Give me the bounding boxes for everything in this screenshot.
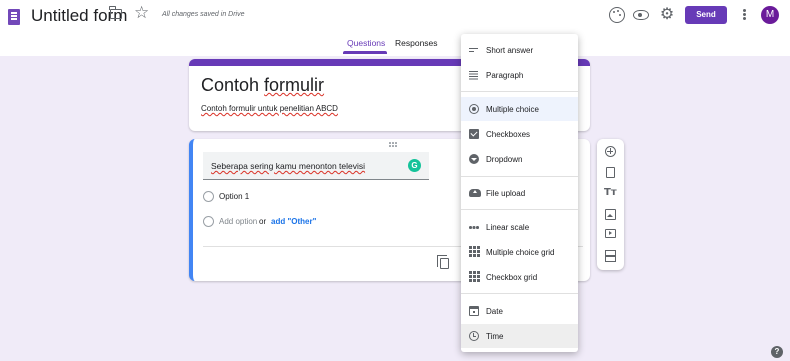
drag-dot bbox=[392, 145, 394, 147]
save-status: All changes saved in Drive bbox=[162, 11, 245, 18]
drag-dot bbox=[389, 142, 391, 144]
avatar[interactable]: M bbox=[761, 6, 779, 24]
help-icon[interactable]: ? bbox=[771, 346, 783, 358]
add-other-link[interactable]: add "Other" bbox=[271, 217, 316, 226]
settings-gear-icon[interactable]: ⚙ bbox=[659, 7, 675, 23]
menu-item-dropdown[interactable]: Dropdown bbox=[461, 147, 578, 171]
form-description[interactable]: Contoh formulir untuk penelitian ABCD bbox=[201, 104, 338, 113]
menu-item-label: Multiple choice bbox=[486, 105, 539, 114]
menu-item-label: Multiple choice grid bbox=[486, 248, 555, 257]
menu-item-label: Checkbox grid bbox=[486, 273, 538, 282]
menu-item-checkbox-grid[interactable]: Checkbox grid bbox=[461, 265, 578, 289]
top-bar: Untitled form ☆ All changes saved in Dri… bbox=[0, 0, 790, 56]
tab-responses[interactable]: Responses bbox=[395, 38, 438, 48]
paragraph-icon bbox=[469, 70, 479, 80]
menu-item-label: Date bbox=[486, 307, 503, 316]
add-option-radio-icon bbox=[203, 216, 214, 227]
menu-item-checkboxes[interactable]: Checkboxes bbox=[461, 122, 578, 146]
menu-item-label: Linear scale bbox=[486, 223, 530, 232]
time-icon bbox=[469, 331, 479, 341]
menu-item-label: Paragraph bbox=[486, 71, 524, 80]
active-tab-indicator bbox=[343, 51, 387, 54]
form-title-spellcheck-word: formulir bbox=[264, 75, 325, 95]
option-radio-icon bbox=[203, 191, 214, 202]
option-1-label[interactable]: Option 1 bbox=[219, 192, 249, 201]
menu-item-multiple-choice[interactable]: Multiple choice bbox=[461, 97, 578, 121]
menu-item-label: Checkboxes bbox=[486, 130, 531, 139]
menu-item-multiple-choice-grid[interactable]: Multiple choice grid bbox=[461, 240, 578, 264]
menu-item-label: Time bbox=[486, 332, 504, 341]
menu-item-time[interactable]: Time bbox=[461, 324, 578, 348]
menu-item-label: File upload bbox=[486, 189, 526, 198]
forms-logo-icon[interactable] bbox=[8, 9, 20, 25]
file-upload-icon bbox=[469, 189, 481, 197]
date-icon bbox=[469, 306, 479, 316]
menu-divider bbox=[461, 293, 578, 294]
menu-item-file-upload[interactable]: File upload bbox=[461, 181, 578, 205]
menu-divider bbox=[461, 176, 578, 177]
add-title-icon[interactable]: Tт bbox=[604, 187, 618, 198]
tab-questions[interactable]: Questions bbox=[347, 38, 385, 48]
question-text: Seberapa sering kamu menonton televisi bbox=[211, 161, 366, 171]
drag-dot bbox=[392, 142, 394, 144]
add-video-icon[interactable] bbox=[605, 229, 616, 238]
drag-dot bbox=[395, 145, 397, 147]
import-questions-icon[interactable] bbox=[606, 167, 615, 178]
short-answer-icon bbox=[469, 45, 479, 55]
grammarly-icon[interactable]: G bbox=[408, 159, 421, 172]
preview-eye-icon[interactable] bbox=[633, 10, 649, 20]
send-button[interactable]: Send bbox=[685, 6, 727, 24]
question-title-input[interactable]: Seberapa sering kamu menonton televisi G bbox=[203, 152, 429, 180]
drag-dot bbox=[395, 142, 397, 144]
menu-item-linear-scale[interactable]: Linear scale bbox=[461, 215, 578, 239]
menu-item-label: Dropdown bbox=[486, 155, 523, 164]
checkboxes-icon bbox=[469, 129, 479, 139]
add-option-link[interactable]: Add option bbox=[219, 217, 257, 226]
drag-dot bbox=[389, 145, 391, 147]
drag-handle-icon[interactable] bbox=[389, 142, 397, 147]
form-title[interactable]: Contoh formulir bbox=[201, 75, 324, 96]
add-image-icon[interactable] bbox=[605, 209, 616, 220]
question-type-menu: Short answer Paragraph Multiple choice C… bbox=[461, 34, 578, 352]
menu-divider bbox=[461, 209, 578, 210]
menu-divider bbox=[461, 91, 578, 92]
linear-scale-icon bbox=[469, 226, 479, 229]
star-icon[interactable]: ☆ bbox=[134, 4, 149, 21]
add-section-icon[interactable] bbox=[605, 250, 616, 262]
grid-icon bbox=[469, 271, 479, 281]
form-title-part: Contoh bbox=[201, 75, 265, 95]
menu-item-date[interactable]: Date bbox=[461, 299, 578, 323]
grid-icon bbox=[469, 246, 479, 256]
dropdown-icon bbox=[469, 154, 479, 164]
duplicate-icon[interactable] bbox=[437, 255, 449, 269]
folder-icon[interactable] bbox=[109, 6, 122, 19]
palette-icon[interactable] bbox=[609, 7, 625, 23]
or-text: or bbox=[259, 217, 267, 226]
add-question-icon[interactable] bbox=[605, 146, 616, 157]
multiple-choice-icon bbox=[469, 104, 479, 114]
menu-item-paragraph[interactable]: Paragraph bbox=[461, 63, 578, 87]
more-vert-icon[interactable] bbox=[743, 9, 746, 12]
menu-item-label: Short answer bbox=[486, 46, 534, 55]
floating-toolbar: Tт bbox=[597, 139, 624, 270]
menu-item-short-answer[interactable]: Short answer bbox=[461, 38, 578, 62]
